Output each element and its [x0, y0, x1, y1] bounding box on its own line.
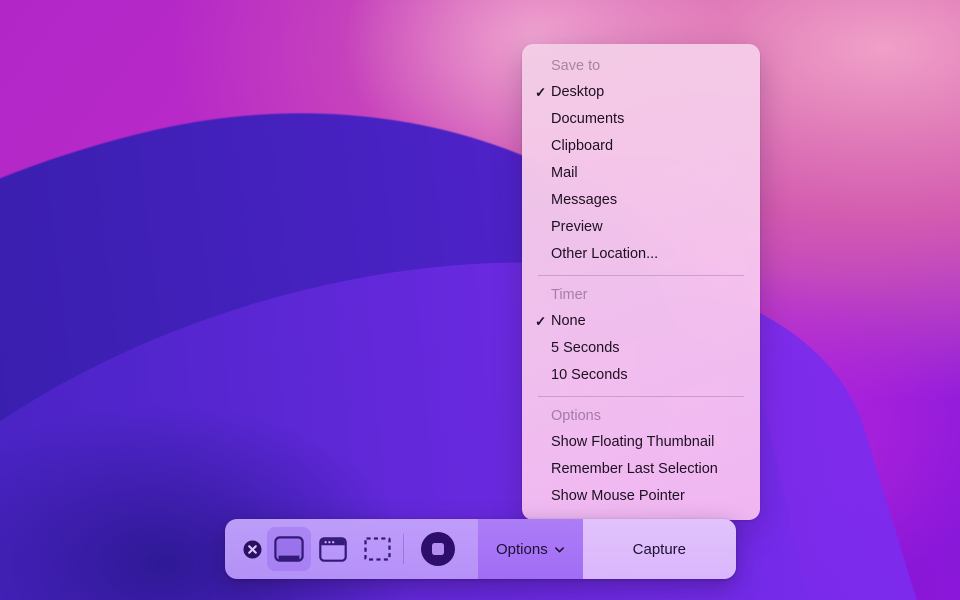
menu-separator	[538, 275, 744, 276]
menu-item-timer-10-seconds[interactable]: 10 Seconds	[522, 362, 760, 389]
options-button[interactable]: Options	[478, 519, 583, 579]
checkmark-icon: ✓	[535, 85, 547, 100]
capture-selected-window-button[interactable]	[311, 527, 355, 571]
menu-item-messages[interactable]: Messages	[522, 187, 760, 214]
menu-item-clipboard[interactable]: Clipboard	[522, 133, 760, 160]
menu-item-desktop[interactable]: ✓ Desktop	[522, 79, 760, 106]
menu-item-label: Desktop	[551, 84, 605, 100]
close-circle-icon	[243, 540, 261, 558]
toolbar-tool-group	[225, 519, 478, 579]
menu-item-documents[interactable]: Documents	[522, 106, 760, 133]
screenshot-capture-toolbar[interactable]: Options Capture	[225, 519, 736, 579]
menu-item-label: None	[551, 313, 586, 329]
record-tool-group	[408, 527, 468, 571]
capture-button-label: Capture	[632, 540, 687, 558]
capture-entire-screen-button[interactable]	[267, 527, 311, 571]
menu-item-show-floating-thumbnail[interactable]: Show Floating Thumbnail	[522, 429, 760, 456]
menu-item-label: Remember Last Selection	[551, 461, 718, 477]
capture-selected-portion-icon	[363, 537, 391, 561]
menu-separator	[538, 396, 744, 397]
menu-item-timer-5-seconds[interactable]: 5 Seconds	[522, 335, 760, 362]
desktop-screen: Save to ✓ Desktop Documents Clipboard Ma…	[0, 0, 960, 600]
menu-item-label: Preview	[551, 219, 603, 235]
menu-item-label: Other Location...	[551, 246, 659, 262]
menu-item-other-location[interactable]: Other Location...	[522, 241, 760, 268]
desktop-wallpaper	[0, 0, 960, 600]
menu-item-label: Show Floating Thumbnail	[551, 434, 715, 450]
menu-item-label: Messages	[551, 192, 618, 208]
chevron-down-icon	[554, 546, 564, 552]
record-entire-screen-icon	[421, 532, 455, 566]
toolbar-divider	[403, 534, 404, 564]
menu-item-label: Show Mouse Pointer	[551, 488, 685, 504]
menu-item-show-mouse-pointer[interactable]: Show Mouse Pointer	[522, 483, 760, 510]
capture-button[interactable]: Capture	[582, 519, 736, 579]
menu-item-label: 5 Seconds	[551, 340, 620, 356]
menu-item-preview[interactable]: Preview	[522, 214, 760, 241]
capture-selected-portion-button[interactable]	[355, 527, 399, 571]
record-entire-screen-button[interactable]	[416, 527, 460, 571]
menu-item-label: Clipboard	[551, 138, 614, 154]
menu-item-label: 10 Seconds	[551, 367, 628, 383]
screenshot-options-menu[interactable]: Save to ✓ Desktop Documents Clipboard Ma…	[522, 44, 760, 520]
options-button-label: Options	[496, 540, 548, 558]
menu-item-mail[interactable]: Mail	[522, 160, 760, 187]
menu-item-label: Mail	[551, 165, 578, 181]
menu-item-timer-none[interactable]: ✓ None	[522, 308, 760, 335]
menu-section-header-timer: Timer	[551, 287, 588, 303]
checkmark-icon: ✓	[535, 314, 547, 329]
menu-item-remember-last-selection[interactable]: Remember Last Selection	[522, 456, 760, 483]
menu-section-header-save-to: Save to	[551, 58, 601, 74]
menu-item-label: Documents	[551, 111, 625, 127]
capture-entire-screen-icon	[274, 536, 304, 562]
close-button[interactable]	[237, 527, 267, 571]
menu-section-header-options: Options	[551, 408, 601, 424]
capture-selected-window-icon	[319, 536, 347, 562]
